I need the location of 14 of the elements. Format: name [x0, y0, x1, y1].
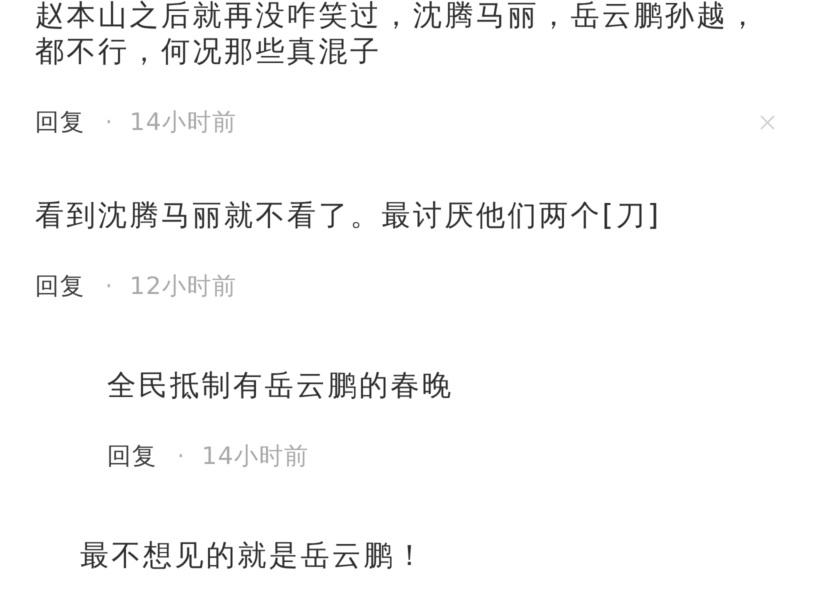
close-icon[interactable]	[760, 114, 775, 130]
timestamp: 14小时前	[130, 107, 238, 138]
separator-dot: ·	[105, 108, 113, 136]
reply-link[interactable]: 回复	[35, 270, 85, 302]
timestamp: 14小时前	[202, 441, 310, 472]
timestamp: 12小时前	[130, 271, 238, 302]
separator-dot: ·	[105, 272, 113, 300]
comment-text: 最不想见的就是岳云鹏！	[80, 537, 428, 573]
reply-link[interactable]: 回复	[35, 106, 85, 138]
separator-dot: ·	[177, 442, 185, 470]
comment-text: 看到沈腾马丽就不看了。最讨厌他们两个[刀]	[35, 197, 662, 233]
reply-link[interactable]: 回复	[107, 440, 157, 472]
comment-text: 赵本山之后就再没咋笑过，沈腾马丽，岳云鹏孙越，都不行，何况那些真混子	[35, 0, 760, 69]
comment-text: 全民抵制有岳云鹏的春晚	[107, 367, 454, 403]
